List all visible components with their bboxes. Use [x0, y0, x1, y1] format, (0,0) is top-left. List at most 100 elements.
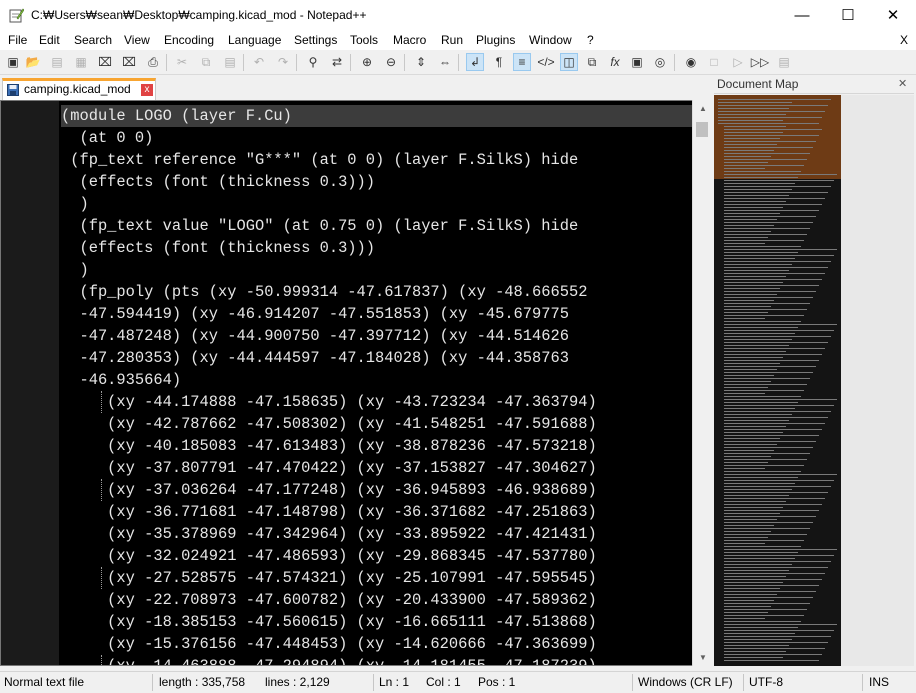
new-file-icon[interactable]: ▣ [4, 53, 22, 71]
document-map-line [724, 489, 792, 490]
code-line[interactable]: (at 0 0) [61, 127, 693, 149]
editor-pane[interactable]: 1(module LOGO (layer F.Cu)2 (at 0 0)3 (f… [0, 100, 712, 666]
tab-close-icon[interactable]: x [141, 84, 153, 96]
document-map-line [724, 417, 828, 418]
menu-settings[interactable]: Settings [294, 33, 337, 47]
scroll-up-icon[interactable]: ▲ [693, 100, 713, 117]
document-map-line [724, 612, 768, 613]
code-line[interactable]: (xy -44.174888 -47.158635) (xy -43.72323… [61, 391, 693, 413]
menu-plugins[interactable]: Plugins [476, 33, 515, 47]
zoom-out-icon[interactable]: ⊖ [382, 53, 400, 71]
document-map-line [724, 159, 807, 160]
code-line[interactable]: (xy -18.385153 -47.560615) (xy -16.66511… [61, 611, 693, 633]
code-line[interactable]: -46.935664) [61, 369, 693, 391]
document-map-line [724, 357, 783, 358]
paste-icon[interactable]: ▤ [221, 53, 239, 71]
code-line[interactable]: ) [61, 193, 693, 215]
document-map-icon[interactable]: ◫ [560, 53, 578, 71]
document-map-line [724, 195, 789, 196]
scroll-down-icon[interactable]: ▼ [693, 649, 713, 666]
code-line[interactable]: (effects (font (thickness 0.3))) [61, 237, 693, 259]
stop-macro-icon[interactable]: □ [705, 53, 723, 71]
code-line[interactable]: ) [61, 259, 693, 281]
save-all-icon[interactable]: ▦ [72, 53, 90, 71]
status-insert-mode[interactable]: INS [869, 675, 889, 689]
document-map-line [724, 567, 828, 568]
record-macro-icon[interactable]: ◉ [682, 53, 700, 71]
menu-language[interactable]: Language [228, 33, 281, 47]
close-all-icon[interactable]: ⌧ [120, 53, 138, 71]
close-document-button[interactable]: X [900, 33, 908, 47]
copy-icon[interactable]: ⧉ [197, 53, 215, 71]
code-line[interactable]: (xy -37.036264 -47.177248) (xy -36.94589… [61, 479, 693, 501]
document-map-preview[interactable] [714, 95, 841, 666]
menu-macro[interactable]: Macro [393, 33, 426, 47]
code-line[interactable]: (xy -27.528575 -47.574321) (xy -25.10799… [61, 567, 693, 589]
text-area[interactable]: 1(module LOGO (layer F.Cu)2 (at 0 0)3 (f… [61, 105, 693, 665]
document-map-line [724, 219, 777, 220]
code-line[interactable]: (xy -22.708973 -47.600782) (xy -20.43390… [61, 589, 693, 611]
menu-search[interactable]: Search [74, 33, 112, 47]
function-list-icon[interactable]: fx [606, 53, 624, 71]
xml-tag-icon[interactable]: </> [537, 53, 555, 71]
document-map-line [724, 336, 831, 337]
code-line[interactable]: (xy -15.376156 -47.448453) (xy -14.62066… [61, 633, 693, 655]
sync-horizontal-icon[interactable]: ⇔ [436, 53, 454, 71]
word-wrap-icon[interactable]: ↲ [466, 53, 484, 71]
document-map[interactable] [714, 95, 914, 666]
code-line[interactable]: -47.487248) (xy -44.900750 -47.397712) (… [61, 325, 693, 347]
save-icon[interactable]: ▤ [48, 53, 66, 71]
menu-tools[interactable]: Tools [350, 33, 378, 47]
menu-edit[interactable]: Edit [39, 33, 60, 47]
replace-icon[interactable]: ⇄ [328, 53, 346, 71]
code-line[interactable]: (xy -37.807791 -47.470422) (xy -37.15382… [61, 457, 693, 479]
redo-icon[interactable]: ↷ [274, 53, 292, 71]
code-line[interactable]: (xy -32.024921 -47.486593) (xy -29.86834… [61, 545, 693, 567]
zoom-in-icon[interactable]: ⊕ [358, 53, 376, 71]
menu-help[interactable]: ? [587, 33, 594, 47]
code-line[interactable]: -47.594419) (xy -46.914207 -47.551853) (… [61, 303, 693, 325]
document-list-icon[interactable]: ⧉ [583, 53, 601, 71]
code-line[interactable]: (xy -35.378969 -47.342964) (xy -33.89592… [61, 523, 693, 545]
indent-guide-icon[interactable]: ≡ [513, 53, 531, 71]
save-macro-icon[interactable]: ▤ [775, 53, 793, 71]
open-file-icon[interactable]: 📂 [24, 53, 42, 71]
play-macro-icon[interactable]: ▷ [729, 53, 747, 71]
close-window-button[interactable]: ✕ [870, 0, 916, 31]
menu-window[interactable]: Window [529, 33, 572, 47]
undo-icon[interactable]: ↶ [250, 53, 268, 71]
menu-encoding[interactable]: Encoding [164, 33, 214, 47]
code-line[interactable]: (fp_text value "LOGO" (at 0.75 0) (layer… [61, 215, 693, 237]
show-all-chars-icon[interactable]: ¶ [490, 53, 508, 71]
menu-file[interactable]: File [8, 33, 27, 47]
code-line[interactable]: (fp_poly (pts (xy -50.999314 -47.617837)… [61, 281, 693, 303]
run-macro-multiple-icon[interactable]: ▷▷ [751, 53, 769, 71]
menu-run[interactable]: Run [441, 33, 463, 47]
status-eol[interactable]: Windows (CR LF) [638, 675, 733, 689]
folder-workspace-icon[interactable]: ▣ [628, 53, 646, 71]
find-icon[interactable]: ⚲ [304, 53, 322, 71]
code-line[interactable]: -47.280353) (xy -44.444597 -47.184028) (… [61, 347, 693, 369]
document-map-line [724, 270, 789, 271]
code-line[interactable]: (xy -40.185083 -47.613483) (xy -38.87823… [61, 435, 693, 457]
print-icon[interactable]: ⎙ [144, 53, 162, 71]
cut-icon[interactable]: ✂ [173, 53, 191, 71]
close-icon[interactable]: ⌧ [96, 53, 114, 71]
code-line[interactable]: (xy -14.463888 -47.294894) (xy -14.18145… [61, 655, 693, 665]
document-map-close-icon[interactable]: ✕ [898, 77, 907, 90]
code-line[interactable]: (effects (font (thickness 0.3))) [61, 171, 693, 193]
maximize-button[interactable]: ☐ [825, 0, 871, 31]
code-line[interactable]: (xy -42.787662 -47.508302) (xy -41.54825… [61, 413, 693, 435]
code-line[interactable]: (fp_text reference "G***" (at 0 0) (laye… [61, 149, 693, 171]
scrollbar-thumb[interactable] [696, 122, 708, 137]
status-encoding[interactable]: UTF-8 [749, 675, 783, 689]
minimize-button[interactable]: — [779, 0, 825, 31]
sync-vertical-icon[interactable]: ⇕ [412, 53, 430, 71]
document-map-line [724, 462, 768, 463]
vertical-scrollbar[interactable]: ▲ ▼ [692, 100, 712, 666]
monitoring-icon[interactable]: ◎ [651, 53, 669, 71]
code-line[interactable]: (module LOGO (layer F.Cu) [61, 105, 693, 127]
menu-view[interactable]: View [124, 33, 150, 47]
code-line[interactable]: (xy -36.771681 -47.148798) (xy -36.37168… [61, 501, 693, 523]
tab-camping-kicad-mod[interactable]: camping.kicad_mod x [2, 78, 156, 100]
